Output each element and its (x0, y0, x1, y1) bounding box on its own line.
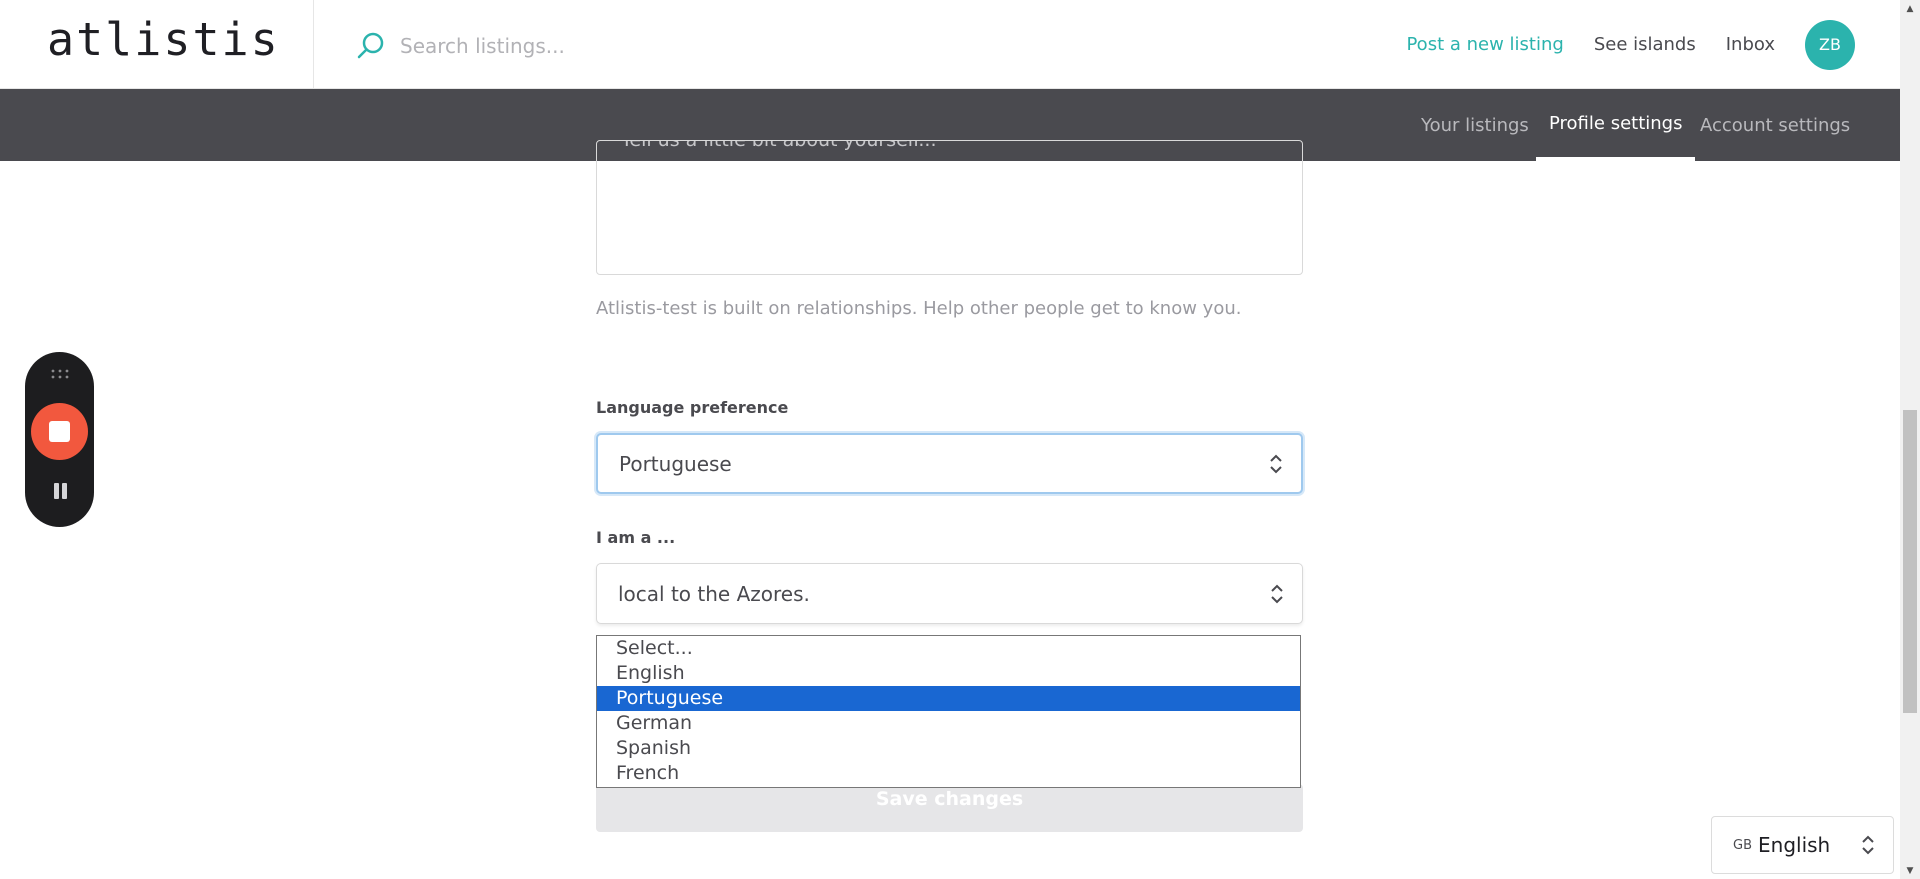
top-nav: Post a new listing See islands Inbox ZB (1406, 0, 1900, 89)
logo[interactable]: atlistis (47, 12, 280, 68)
language-option[interactable]: English (597, 661, 1300, 686)
language-option[interactable]: German (597, 711, 1300, 736)
site-language-select[interactable]: GB English (1711, 816, 1894, 874)
tab-your-listings[interactable]: Your listings (1409, 89, 1541, 161)
save-changes-button[interactable]: Save changes (596, 784, 1303, 832)
logo-area: atlistis (0, 0, 314, 89)
see-islands-link[interactable]: See islands (1594, 34, 1696, 55)
drag-grip-icon[interactable] (50, 368, 70, 380)
stop-icon[interactable] (31, 403, 88, 460)
search-input[interactable]: Search listings... (400, 34, 565, 58)
bio-textarea[interactable]: Tell us a little bit about yourself... (596, 140, 1303, 275)
language-option-selected[interactable]: Portuguese (597, 686, 1300, 711)
post-listing-link[interactable]: Post a new listing (1406, 34, 1563, 55)
tab-account-settings[interactable]: Account settings (1688, 89, 1862, 161)
language-option[interactable]: French (597, 761, 1300, 786)
scroll-up-arrow-icon[interactable]: ▲ (1900, 0, 1920, 17)
tab-profile-settings[interactable]: Profile settings (1536, 89, 1696, 161)
site-language-value: English (1758, 833, 1831, 857)
inbox-link[interactable]: Inbox (1726, 34, 1775, 55)
language-option[interactable]: Spanish (597, 736, 1300, 761)
recorder-widget (25, 352, 94, 527)
language-preference-label: Language preference (596, 398, 789, 417)
language-preference-value: Portuguese (619, 451, 732, 476)
i-am-a-select[interactable]: local to the Azores. (596, 563, 1303, 624)
language-options-list[interactable]: Select... English Portuguese German Span… (596, 635, 1301, 788)
chevron-up-down-icon (1862, 835, 1874, 855)
scroll-down-arrow-icon[interactable]: ▼ (1900, 862, 1920, 879)
page-scrollbar[interactable]: ▲ ▼ (1900, 0, 1920, 879)
flag-icon: GB (1733, 837, 1752, 853)
bio-placeholder: Tell us a little bit about yourself... (621, 140, 937, 151)
language-preference-select[interactable]: Portuguese (596, 433, 1303, 494)
top-bar: atlistis Search listings... Post a new l… (0, 0, 1900, 89)
i-am-a-label: I am a ... (596, 528, 676, 547)
i-am-a-value: local to the Azores. (618, 581, 810, 606)
bio-help-text: Atlistis-test is built on relationships.… (596, 298, 1242, 319)
chevron-up-down-icon (1271, 584, 1283, 603)
pause-icon[interactable] (49, 479, 71, 503)
chevron-up-down-icon (1270, 454, 1282, 473)
scrollbar-thumb[interactable] (1903, 410, 1917, 713)
language-option[interactable]: Select... (597, 636, 1300, 661)
avatar[interactable]: ZB (1805, 19, 1855, 70)
search-bar[interactable]: Search listings... (356, 28, 876, 64)
search-icon (357, 32, 384, 59)
